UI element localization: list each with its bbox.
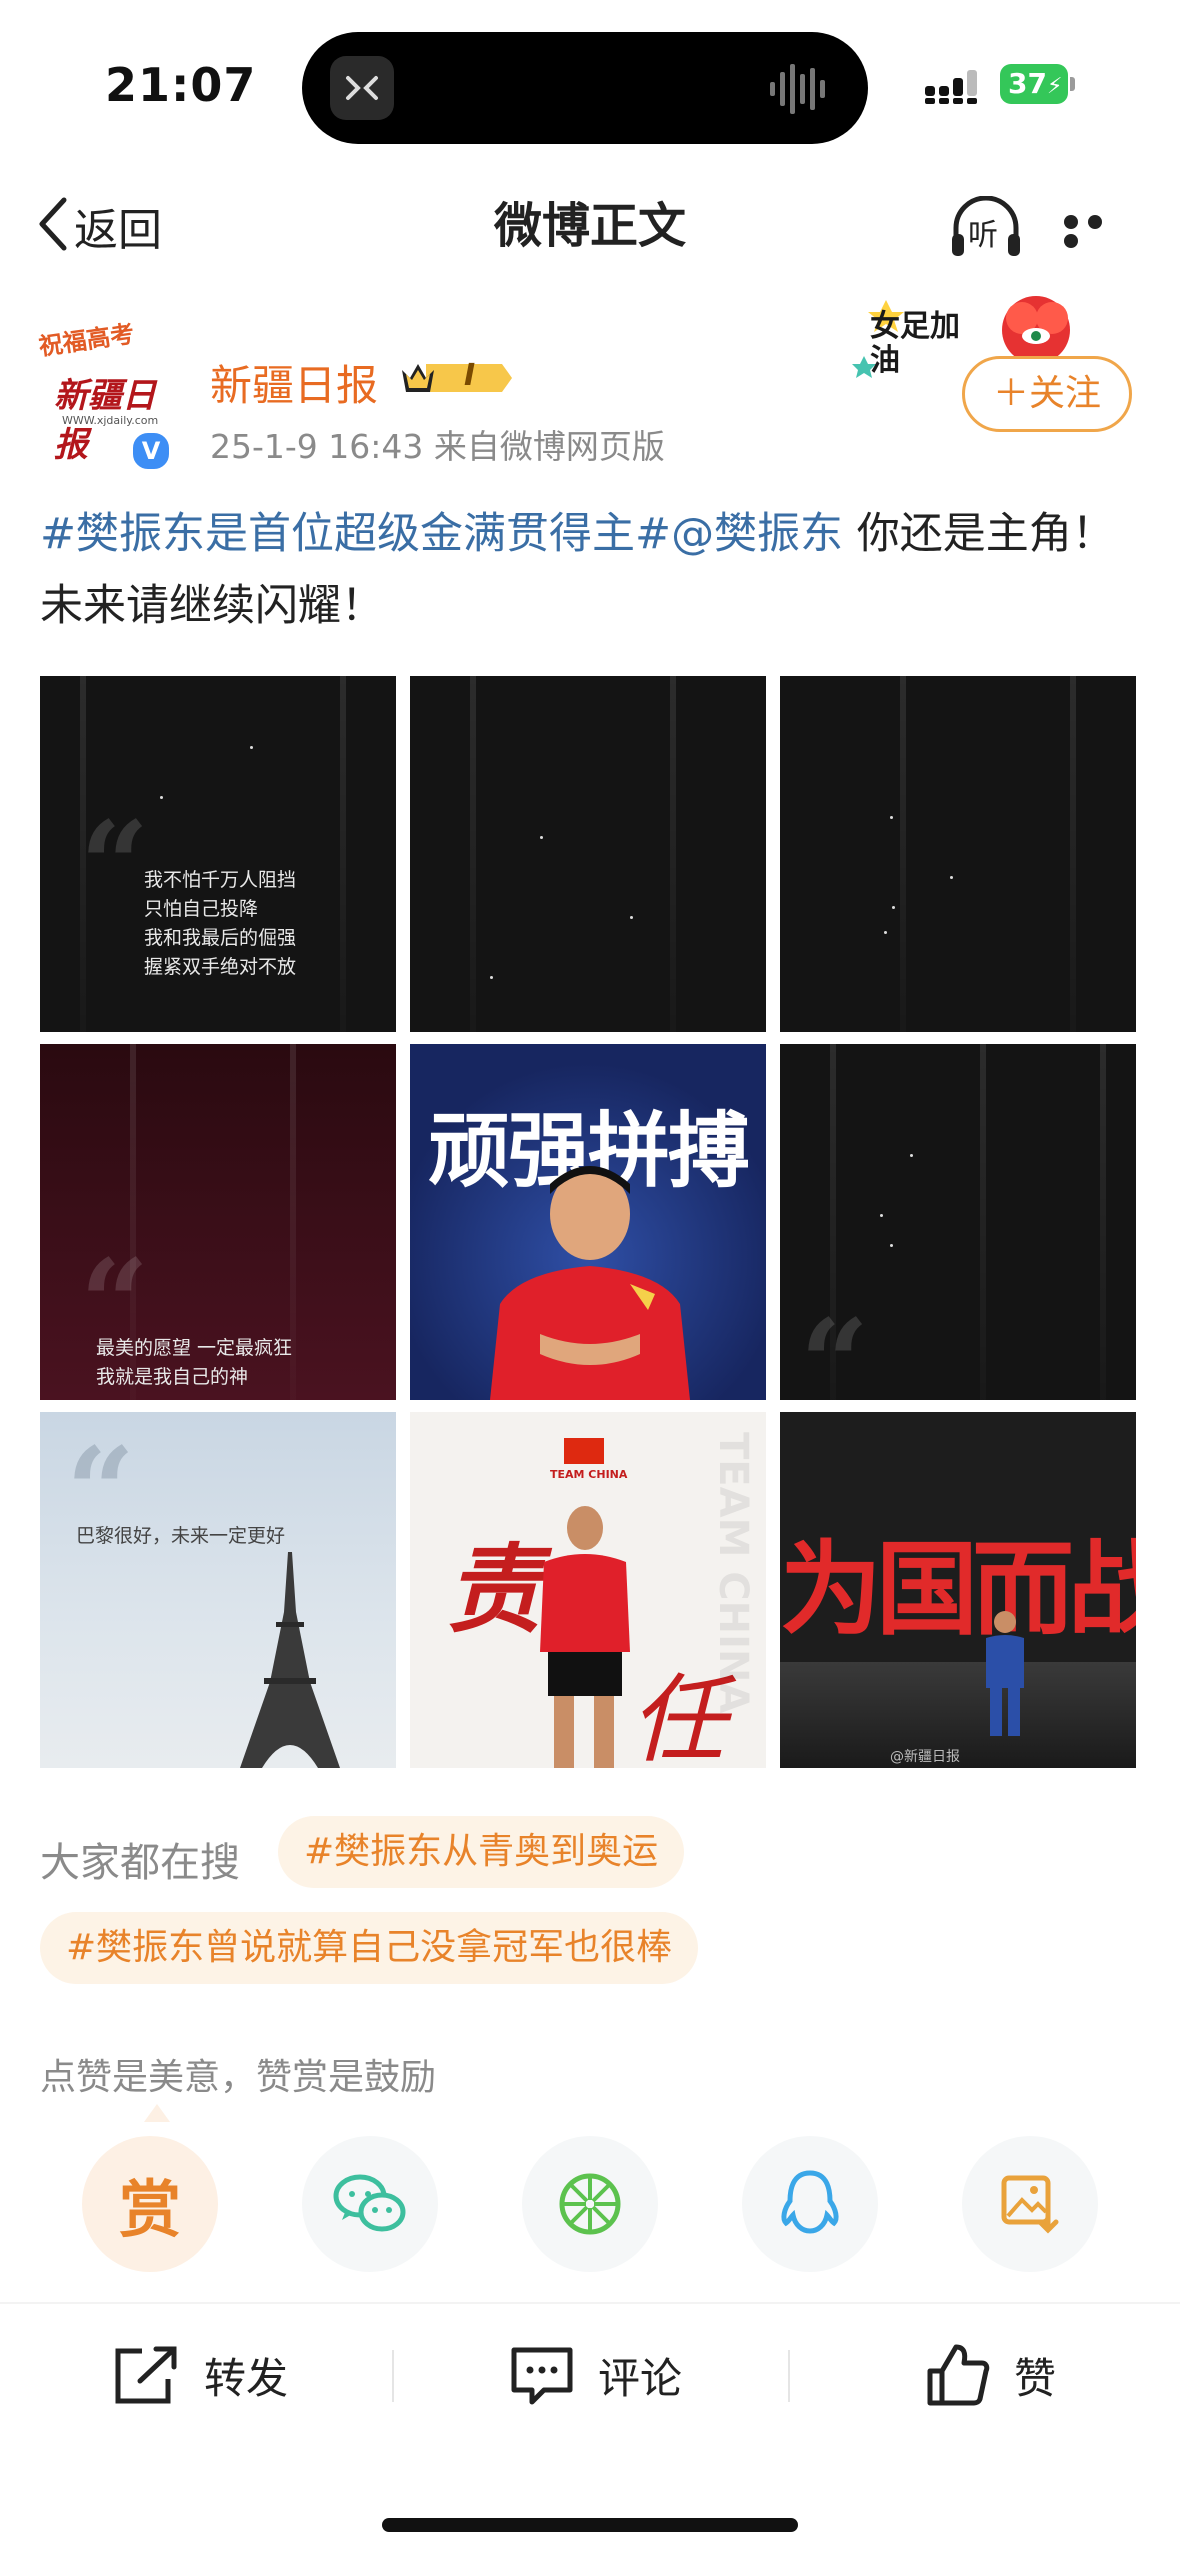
like-button[interactable]: 赞 [924,2340,1056,2410]
trending-search-label: 大家都在搜 [40,1840,240,1886]
charging-bolt-icon: ⚡ [1046,74,1063,99]
dynamic-island [302,32,868,144]
save-image-button[interactable] [962,2136,1098,2272]
post-image-4[interactable]: “ 最美的愿望 一定最疯狂 我就是我自己的神 [40,1044,396,1400]
share-qq-button[interactable] [742,2136,878,2272]
author-name[interactable]: 新疆日报 [210,352,378,413]
post-image-6[interactable]: “ [780,1044,1136,1400]
hashtag-link[interactable]: #樊振东是首位超级金满贯得主# [40,509,671,559]
image-8-side-text: TEAM CHINA [710,1432,756,1714]
post-image-3[interactable] [780,676,1136,1032]
image-8-char-1: 责 [446,1533,542,1646]
member-level: I [464,358,476,393]
verified-badge-icon: V [130,430,172,472]
audio-wave-icon [768,62,832,120]
post-meta: 25-1-9 16:43 来自微博网页版 [210,427,665,466]
player-figure [540,1506,630,1768]
save-image-icon [1001,2175,1059,2234]
team-china-label: TEAM CHINA [550,1468,628,1481]
home-indicator[interactable] [382,2518,798,2532]
trending-search-chip[interactable]: #樊振东从青奥到奥运 [278,1816,685,1888]
like-label: 赞 [1014,2353,1057,2403]
repost-icon [115,2346,177,2404]
post-image-8[interactable]: TEAM CHINA 责 任 TEAM CHINA [410,1412,766,1768]
author-avatar[interactable]: 祝福高考 新疆日报 WWW.xjdaily.com [37,316,166,465]
image-4-quote: 最美的愿望 一定最疯狂 我就是我自己的神 [96,1337,293,1388]
avatar-badge: 祝福高考 [37,319,136,361]
image-1-quote: 我不怕千万人阻挡 只怕自己投降 我和我最后的倔强 握紧双手绝对不放 [144,869,297,978]
repost-label: 转发 [204,2353,289,2403]
action-bar-divider [0,2302,1180,2304]
trending-search-chip[interactable]: #樊振东曾说就算自己没拿冠军也很棒 [40,1912,699,1984]
reward-button[interactable]: 赏 [82,2136,218,2272]
listen-label: 听 [968,218,998,253]
image-9-title: 为国而战 [780,1531,1136,1650]
more-options-button[interactable] [1064,214,1134,248]
moments-icon [559,2173,621,2235]
post-image-7[interactable]: “ 巴黎很好，未来一定更好 [40,1412,396,1768]
qq-icon [781,2170,839,2234]
quote-mark-icon: “ [800,1293,870,1401]
avatar-url: WWW.xjdaily.com [62,414,159,427]
reward-pointer [144,2104,170,2122]
battery-cap [1070,77,1075,91]
post-image-2[interactable] [410,676,766,1032]
repost-button[interactable]: 转发 [112,2340,288,2410]
sticker-text: 女足加油 [870,309,960,378]
member-badge[interactable]: I [398,356,516,400]
image-9-watermark: @新疆日报 [890,1749,960,1765]
quote-mark-icon: “ [80,795,150,936]
share-wechat-button[interactable] [302,2136,438,2272]
follow-button[interactable]: ＋关注 [962,356,1132,432]
like-hint-text: 点赞是美意，赞赏是鼓励 [40,2057,437,2098]
player-figure [986,1611,1024,1736]
action-divider [392,2350,394,2402]
share-moments-button[interactable] [522,2136,658,2272]
image-7-quote: 巴黎很好，未来一定更好 [76,1525,286,1547]
activity-app-icon [330,56,394,120]
action-divider [788,2350,790,2402]
post-text: #樊振东是首位超级金满贯得主#@樊振东 你还是主角！ 未来请继续闪耀！ [40,498,1140,642]
comment-label: 评论 [598,2353,683,2403]
battery-indicator: 37⚡ [1000,64,1068,104]
wechat-icon [333,2174,406,2232]
mention-link[interactable]: @樊振东 [671,509,843,559]
post-image-5[interactable]: 顽强拼搏 [410,1044,766,1400]
post-image-9[interactable]: 为国而战 @新疆日报 [780,1412,1136,1768]
cellular-signal-icon [925,68,987,110]
comment-icon [511,2347,573,2405]
status-time: 21:07 [105,58,257,112]
comment-button[interactable]: 评论 [508,2340,682,2410]
china-flag-icon [564,1438,604,1464]
player-figure [490,1166,690,1400]
thumbs-up-icon [927,2344,990,2406]
listen-button[interactable]: 听 [948,195,1024,260]
post-image-1[interactable]: “ 我不怕千万人阻挡 只怕自己投降 我和我最后的倔强 握紧双手绝对不放 [40,676,396,1032]
eiffel-tower-image [240,1552,340,1768]
more-dot-icon [1064,215,1078,229]
battery-level: 37 [1008,67,1047,100]
